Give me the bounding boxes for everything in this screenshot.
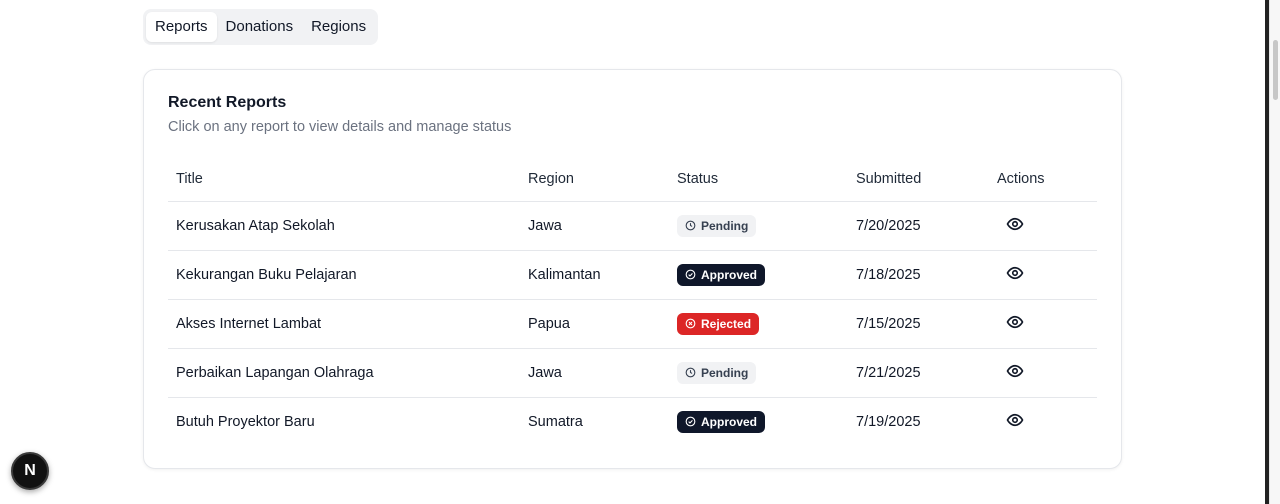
report-status-cell: Rejected [669,299,848,349]
report-region: Jawa [520,201,669,251]
report-submitted-date: 7/21/2025 [848,348,989,398]
table-body: Kerusakan Atap Sekolah Jawa Pending 7/20/20… [168,201,1097,446]
report-actions-cell [989,250,1097,300]
status-label: Rejected [701,316,752,331]
report-region: Jawa [520,348,669,398]
table-row[interactable]: Butuh Proyektor Baru Sumatra Approved 7/19/… [168,397,1097,446]
eye-icon [1006,264,1024,282]
card-title: Recent Reports [168,94,287,111]
table-row[interactable]: Perbaikan Lapangan Olahraga Jawa Pending 7/… [168,348,1097,398]
status-badge: Pending [677,361,757,384]
tab-list: Reports Donations Regions [143,9,379,45]
report-actions-cell [989,348,1097,398]
nextjs-logo-icon: N [24,462,36,479]
reports-table: Title Region Status Submitted Actions Ke… [168,158,1097,446]
report-title: Kerusakan Atap Sekolah [168,201,520,251]
report-submitted-date: 7/15/2025 [848,299,989,349]
check-circle-icon [685,416,696,427]
status-badge: Approved [677,263,766,286]
tab-donations[interactable]: Donations [217,12,303,42]
status-badge: Pending [677,214,757,237]
table-row[interactable]: Akses Internet Lambat Papua Rejected 7/15/2… [168,299,1097,349]
view-report-button[interactable] [1005,214,1025,234]
clock-icon [685,220,696,231]
status-label: Pending [701,365,749,380]
report-actions-cell [989,299,1097,349]
view-report-button[interactable] [1005,361,1025,381]
tab-regions[interactable]: Regions [302,12,375,42]
table-row[interactable]: Kerusakan Atap Sekolah Jawa Pending 7/20/20… [168,201,1097,251]
eye-icon [1006,215,1024,233]
report-title: Butuh Proyektor Baru [176,413,315,430]
report-title: Perbaikan Lapangan Olahraga [168,348,520,398]
view-report-button[interactable] [1005,263,1025,283]
table-row[interactable]: Kekurangan Buku Pelajaran Kalimantan Appro… [168,250,1097,300]
report-submitted-date: 7/19/2025 [856,413,921,430]
report-submitted-date: 7/18/2025 [848,250,989,300]
header-region: Region [520,158,669,202]
report-title: Akses Internet Lambat [168,299,520,349]
check-circle-icon [685,269,696,280]
recent-reports-card: Recent Reports Click on any report to vi… [143,69,1122,469]
report-actions-cell [989,397,1097,446]
eye-icon [1006,411,1024,429]
header-actions: Actions [989,158,1097,202]
vertical-scrollbar[interactable] [1269,0,1280,504]
report-region: Sumatra [528,413,583,430]
header-submitted: Submitted [848,158,989,202]
report-region: Kalimantan [520,250,669,300]
header-status: Status [669,158,848,202]
status-label: Approved [701,414,758,429]
view-report-button[interactable] [1005,312,1025,332]
report-submitted-date: 7/20/2025 [848,201,989,251]
status-label: Pending [701,218,749,233]
report-status-cell: Approved [669,250,848,300]
report-status-cell: Pending [669,348,848,398]
report-status-cell: Pending [669,201,848,251]
report-title: Kekurangan Buku Pelajaran [168,250,520,300]
status-label: Approved [701,267,758,282]
scrollbar-thumb[interactable] [1273,40,1278,100]
eye-icon [1006,313,1024,331]
status-badge: Rejected [677,312,760,335]
view-report-button[interactable] [1005,410,1025,430]
report-actions-cell [989,201,1097,251]
table-header-row: Title Region Status Submitted Actions [168,158,1097,202]
card-description: Click on any report to view details and … [168,119,512,135]
report-region: Papua [520,299,669,349]
status-badge: Approved [677,410,766,433]
tab-reports[interactable]: Reports [146,12,217,42]
eye-icon [1006,362,1024,380]
nextjs-dev-badge[interactable]: N [11,452,49,490]
report-status-cell: Approved [669,397,848,446]
x-circle-icon [685,318,696,329]
header-title: Title [168,158,520,202]
clock-icon [685,367,696,378]
